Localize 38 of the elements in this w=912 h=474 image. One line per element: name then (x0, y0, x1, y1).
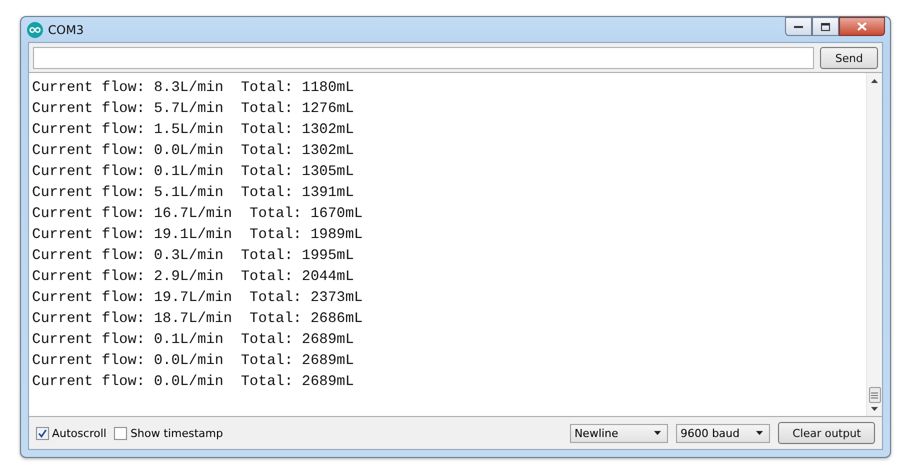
output-line: Current flow: 18.7L/min Total: 2686mL (32, 310, 364, 329)
output-line: Current flow: 5.7L/min Total: 1276mL (32, 100, 355, 119)
output-line: Current flow: 0.3L/min Total: 1995mL (32, 247, 355, 266)
line-ending-dropdown[interactable]: Newline (570, 424, 668, 442)
baud-rate-dropdown[interactable]: 9600 baud (676, 424, 770, 442)
maximize-icon (821, 22, 830, 30)
output-line: Current flow: 16.7L/min Total: 1670mL (32, 205, 364, 224)
output-line: Current flow: 0.1L/min Total: 1305mL (32, 163, 355, 182)
output-line: Current flow: 0.0L/min Total: 2689mL (32, 373, 355, 392)
output-line: Current flow: 0.0L/min Total: 1302mL (32, 142, 355, 161)
minimize-icon (794, 25, 803, 28)
checkbox-label[interactable]: Autoscroll (52, 426, 106, 440)
checkbox[interactable] (36, 426, 49, 440)
clear-output-button[interactable]: Clear output (778, 422, 875, 444)
output-line: Current flow: 1.5L/min Total: 1302mL (32, 121, 355, 140)
caret-icon (654, 431, 662, 435)
close-button[interactable] (839, 17, 885, 36)
caret-icon (756, 431, 764, 435)
scroll-down-icon[interactable] (871, 407, 878, 411)
close-icon (857, 22, 867, 31)
message-input-field[interactable] (33, 47, 814, 69)
window-title: COM3 (48, 22, 84, 36)
output-line: Current flow: 2.9L/min Total: 2044mL (32, 268, 355, 287)
send-button[interactable]: Send (820, 47, 878, 69)
scroll-up-icon[interactable] (871, 79, 878, 83)
output-line: Current flow: 5.1L/min Total: 1391mL (32, 184, 355, 203)
vertical-scrollbar[interactable] (866, 73, 882, 416)
maximize-button[interactable] (812, 17, 839, 36)
output-line: Current flow: 8.3L/min Total: 1180mL (32, 79, 355, 98)
scrollbar-thumb[interactable] (868, 387, 880, 403)
infinity-logo-icon (27, 22, 43, 38)
output-line: Current flow: 19.7L/min Total: 2373mL (32, 289, 364, 308)
output-line: Current flow: 19.1L/min Total: 1989mL (32, 226, 364, 245)
output-line: Current flow: 0.0L/min Total: 2689mL (32, 352, 355, 371)
output-line: Current flow: 0.1L/min Total: 2689mL (32, 331, 355, 350)
checkbox[interactable] (114, 426, 128, 440)
checkbox-label[interactable]: Show timestamp (130, 426, 223, 440)
minimize-button[interactable] (785, 17, 812, 36)
